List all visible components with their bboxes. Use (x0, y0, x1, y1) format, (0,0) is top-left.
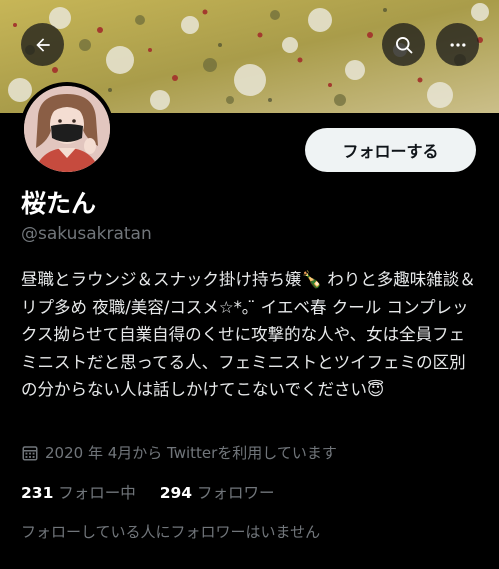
username-handle: @sakusakratan (21, 224, 152, 244)
join-date-text: 2020 年 4月から Twitterを利用しています (45, 444, 337, 462)
followers-link[interactable]: 294 フォロワー (160, 484, 275, 502)
profile-bio: 昼職とラウンジ＆スナック掛け持ち嬢🍾 わりと多趣味雑談＆リプ多め 夜職/美容/コ… (21, 270, 476, 399)
follow-stats: 231 フォロー中 294 フォロワー (21, 481, 275, 503)
followers-count: 294 (159, 484, 193, 502)
following-label: フォロー中 (58, 484, 136, 502)
followers-you-know-note: フォローしている人にフォロワーはいません (21, 523, 321, 541)
search-icon (394, 35, 414, 55)
back-button[interactable] (21, 23, 64, 66)
display-name: 桜たん (21, 189, 97, 218)
more-horizontal-icon (448, 35, 468, 55)
join-date: 2020 年 4月から Twitterを利用しています (21, 442, 337, 463)
arrow-left-icon (33, 35, 53, 55)
avatar[interactable] (20, 82, 114, 176)
calendar-icon (21, 444, 39, 462)
follow-button[interactable]: フォローする (305, 128, 476, 172)
followers-label: フォロワー (196, 484, 275, 502)
following-count: 231 (21, 484, 54, 502)
search-button[interactable] (382, 23, 425, 66)
following-link[interactable]: 231 フォロー中 (21, 484, 141, 502)
more-button[interactable] (436, 23, 479, 66)
